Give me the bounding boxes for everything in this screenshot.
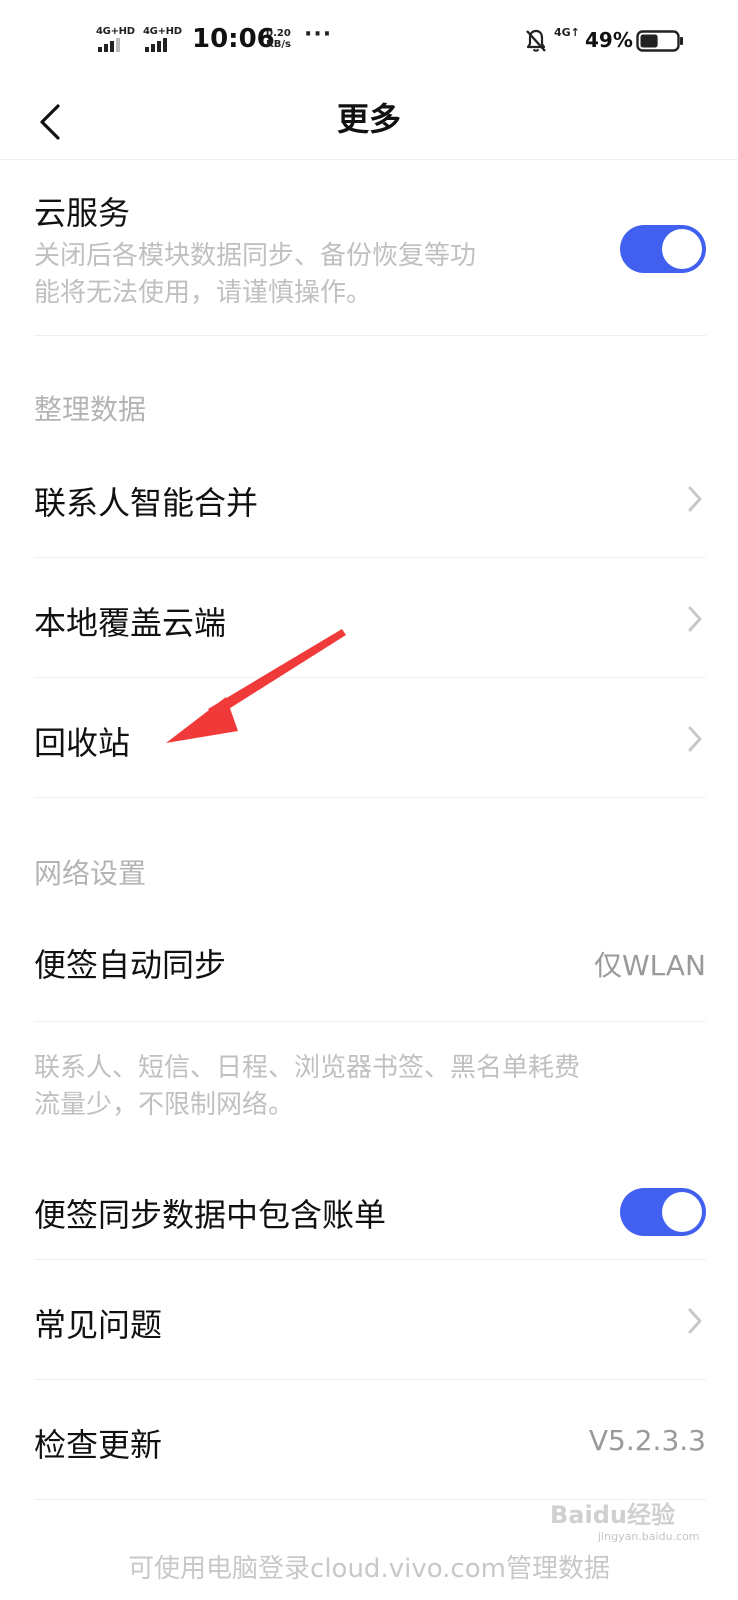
mobile-data-icon: 4G↑ — [554, 26, 580, 39]
toggle-knob — [662, 229, 702, 269]
recycle-bin-row[interactable]: 回收站 — [34, 678, 706, 798]
network-settings-description-line1: 联系人、短信、日程、浏览器书签、黑名单耗费 — [34, 1053, 581, 1083]
notes-bill-sync-label: 便签同步数据中包含账单 — [34, 1196, 387, 1234]
chevron-right-icon — [688, 486, 702, 512]
divider — [34, 797, 706, 798]
sim1-signal-icon: 4G+HD — [96, 26, 136, 52]
watermark: Baidu经验 — [550, 1501, 675, 1529]
notes-bill-sync-toggle[interactable] — [620, 1188, 706, 1236]
network-settings-description: 联系人、短信、日程、浏览器书签、黑名单耗费 流量少，不限制网络。 — [34, 1050, 694, 1124]
cloud-service-row: 云服务 关闭后各模块数据同步、备份恢复等功 能将无法使用，请谨慎操作。 — [34, 160, 706, 336]
faq-label: 常见问题 — [34, 1306, 163, 1344]
cloud-service-toggle[interactable] — [620, 225, 706, 273]
cloud-service-description-line1: 关闭后各模块数据同步、备份恢复等功 — [34, 241, 477, 271]
net-speed: 0.20 KB/s — [266, 28, 291, 50]
contacts-merge-label: 联系人智能合并 — [34, 484, 259, 522]
notes-bill-sync-row: 便签同步数据中包含账单 — [34, 1152, 706, 1260]
network-settings-description-line2: 流量少，不限制网络。 — [34, 1090, 295, 1120]
local-overwrite-cloud-row[interactable]: 本地覆盖云端 — [34, 558, 706, 678]
cloud-service-label: 云服务 — [34, 194, 131, 232]
sim2-label: 4G+HD — [143, 26, 182, 37]
chevron-right-icon — [688, 726, 702, 752]
net-speed-value: 0.20 — [266, 28, 291, 39]
app-header: 更多 — [0, 80, 738, 160]
battery-percent: 49% — [585, 28, 633, 52]
status-bar: 4G+HD 4G+HD 10:06 0.20 KB/s ··· 4G↑ 49% — [0, 0, 738, 80]
notes-auto-sync-value: 仅WLAN — [593, 949, 706, 982]
bell-off-icon — [526, 29, 546, 52]
toggle-knob — [662, 1192, 702, 1232]
notes-auto-sync-row[interactable]: 便签自动同步 仅WLAN — [34, 902, 706, 1022]
annotation-arrow-icon — [166, 629, 346, 743]
sim2-signal-icon: 4G+HD — [143, 26, 183, 52]
recycle-bin-label: 回收站 — [34, 724, 131, 762]
clock: 10:06 — [192, 24, 275, 54]
notes-auto-sync-label: 便签自动同步 — [34, 946, 227, 984]
contacts-merge-row[interactable]: 联系人智能合并 — [34, 438, 706, 558]
section-header-network-settings: 网络设置 — [34, 857, 147, 890]
section-header-organize-data: 整理数据 — [34, 393, 147, 426]
check-update-row[interactable]: 检查更新 V5.2.3.3 — [34, 1380, 706, 1500]
app-version: V5.2.3.3 — [588, 1424, 706, 1457]
page-title: 更多 — [336, 100, 401, 138]
check-update-label: 检查更新 — [34, 1426, 163, 1464]
net-speed-unit: KB/s — [266, 39, 291, 50]
faq-row[interactable]: 常见问题 — [34, 1260, 706, 1380]
more-notifications-icon: ··· — [304, 22, 333, 47]
divider — [34, 1021, 706, 1022]
cloud-service-description: 关闭后各模块数据同步、备份恢复等功 能将无法使用，请谨慎操作。 — [34, 238, 574, 312]
sim1-label: 4G+HD — [96, 26, 135, 37]
chevron-right-icon — [688, 1308, 702, 1334]
chevron-right-icon — [688, 606, 702, 632]
watermark-url: jingyan.baidu.com — [598, 1530, 700, 1543]
divider — [34, 335, 706, 336]
footer-note: 可使用电脑登录cloud.vivo.com管理数据 — [128, 1554, 610, 1584]
cloud-service-description-line2: 能将无法使用，请谨慎操作。 — [34, 278, 373, 308]
battery-icon — [636, 30, 683, 52]
